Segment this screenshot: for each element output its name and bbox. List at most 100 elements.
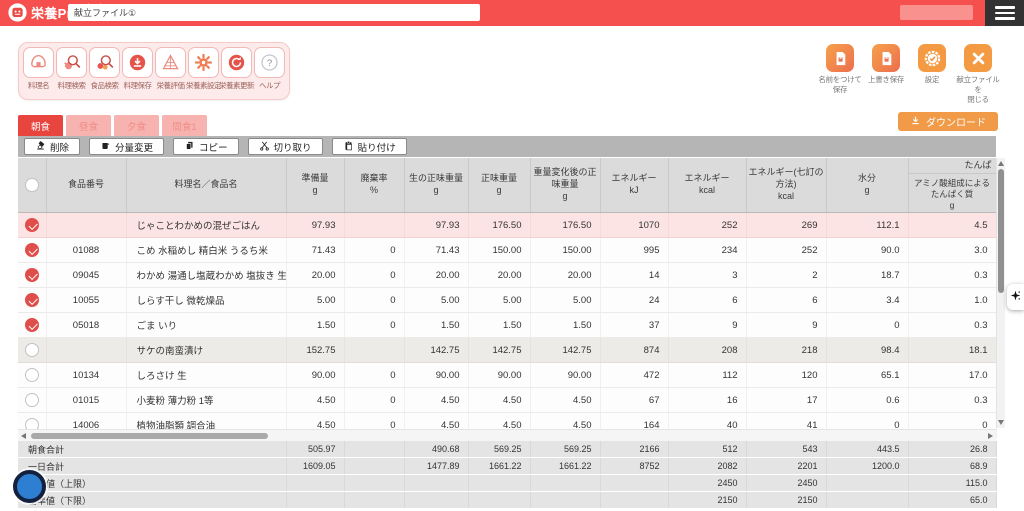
tab-breakfast[interactable]: 朝食 [18,115,63,136]
food-row[interactable]: 01088 こめ 水稲めし 精白米 うるち米 71.43 0 71.43 150.00 15… [18,237,997,263]
vertical-scrollbar-thumb[interactable] [998,169,1004,293]
copy-button[interactable]: コピー [173,138,239,155]
value-cell-waste-rate: 0 [344,262,405,288]
tab-dinner[interactable]: 夕食 [114,115,159,136]
dish-row[interactable]: じゃことわかめの混ぜごはん 97.93 97.93 176.50 176.50 1070 2… [18,212,997,238]
food-row[interactable]: 01015 小麦粉 薄力粉 1等 4.50 0 4.50 4.50 4.50 67 16 17 0.… [18,387,997,413]
row-checkbox[interactable] [24,318,39,332]
value-cell-energy-kj: 1070 [600,212,669,238]
copy-icon [184,140,195,154]
col-header-food-code[interactable]: 食品番号 [46,158,127,213]
col-header-raw-net-weight[interactable]: 生の正味重量 g [404,158,469,213]
col-header-energy-kj[interactable]: エネルギー kJ [600,158,669,213]
tool-dish-name[interactable]: 料理名 [22,47,55,91]
save-as-button[interactable]: 名前をつけて 保存 [818,44,862,105]
row-checkbox[interactable] [24,343,39,357]
col-header-net-weight-after-change[interactable]: 重量変化後の正味重量 g [530,158,601,213]
tool-nutrition-evaluation[interactable]: 栄養評価 [154,47,187,91]
value-cell-net-weight-after-change: 4.50 [530,387,601,413]
summary-value-raw-net-weight [404,474,469,492]
row-checkbox-cell [18,337,47,363]
col-header-protein-amino[interactable]: たんぱ アミノ酸組成によるたんぱく質 g [908,158,997,213]
row-checkbox[interactable] [24,243,39,257]
col-header-water[interactable]: 水分 g [826,158,909,213]
row-checkbox[interactable] [24,293,39,307]
food-row[interactable]: 10055 しらす干し 微乾燥品 5.00 0 5.00 5.00 5.00 24 6 6 3.4 1… [18,287,997,313]
side-panel-handle[interactable] [1007,284,1024,310]
close-file-button[interactable]: 献立ファイルを 閉じる [956,44,1000,105]
select-all-checkbox[interactable] [24,178,39,192]
delete-button[interactable]: 削除 [24,138,81,155]
value-cell-energy-kj: 67 [600,387,669,413]
col-header-energy-kcal[interactable]: エネルギー kcal [668,158,747,213]
menu-file-name-input[interactable] [68,4,480,21]
scroll-down-arrow-icon[interactable] [998,420,1004,425]
vertical-scrollbar[interactable] [996,158,1005,428]
save-as-icon [826,44,854,72]
summary-value-net-weight: 1661.22 [468,457,531,475]
settings-button[interactable]: 設定 [910,44,954,105]
food-row[interactable]: 05018 ごま いり 1.50 0 1.50 1.50 1.50 37 9 9 0 0.3 [18,312,997,338]
horizontal-scrollbar-thumb[interactable] [31,433,268,439]
help-icon: ? [254,47,285,78]
value-cell-energy-kcal: 112 [668,362,747,388]
value-cell-energy-kcal: 16 [668,387,747,413]
summary-label: 基準値（上限） [18,474,287,492]
tool-food-search[interactable]: 食品検索 [88,47,121,91]
paste-button[interactable]: 貼り付け [331,138,407,155]
row-checkbox[interactable] [24,368,39,382]
table-header-row: 食品番号 料理名／食品名 準備量 g 廃棄率% 生の正味重量 g 正味重量 g 重量変化後の正味重… [18,158,997,213]
tab-snack-1[interactable]: 間食1 [162,115,207,136]
user-chip[interactable] [900,5,973,20]
select-all-header-cell [18,158,47,213]
summary-value-protein-amino: 115.0 [908,474,997,492]
summary-value-energy-7th-kcal: 543 [746,441,827,458]
tool-nutrient-settings[interactable]: 栄養素設定 [186,47,222,91]
food-row[interactable]: 09045 わかめ 湯通し塩蔵わかめ 塩抜き 生 20.00 0 20.00 20.00 2… [18,262,997,288]
tool-nutrient-update[interactable]: 栄養素更新 [219,47,255,91]
summary-value-waste-rate [344,474,405,492]
copy-button-label: コピー [199,142,228,154]
row-checkbox[interactable] [24,393,39,407]
tab-lunch[interactable]: 昼食 [66,115,111,136]
top-bar: 栄養Pro Cloud [0,0,1024,26]
dish-row[interactable]: サケの南蛮漬け 152.75 142.75 142.75 142.75 874 208 218… [18,337,997,363]
value-cell-energy-kj: 14 [600,262,669,288]
amount-change-button[interactable]: 分量変更 [89,138,165,155]
sparkle-icon [1010,288,1021,306]
col-header-net-weight[interactable]: 正味重量 g [468,158,531,213]
row-checkbox[interactable] [24,268,39,282]
scroll-left-arrow-icon[interactable] [21,433,26,439]
scroll-right-arrow-icon[interactable] [988,433,993,439]
close-file-icon [964,44,992,72]
col-header-waste-rate[interactable]: 廃棄率% [344,158,405,213]
download-button[interactable]: ダウンロード [898,112,998,131]
row-checkbox[interactable] [24,218,39,232]
value-cell-net-weight-after-change: 5.00 [530,287,601,313]
value-cell-water: 3.4 [826,287,909,313]
row-checkbox-cell [18,262,47,288]
value-cell-energy-kcal: 208 [668,337,747,363]
summary-value-water: 443.5 [826,441,909,458]
food-row[interactable]: 10134 しろさけ 生 90.00 0 90.00 90.00 90.00 472 112 12… [18,362,997,388]
tool-dish-search[interactable]: 料理検索 [55,47,88,91]
overwrite-save-button[interactable]: 上書き保存 [864,44,908,105]
value-cell-energy-kj: 995 [600,237,669,263]
hamburger-menu-button[interactable] [985,0,1024,26]
col-header-dish-food-name[interactable]: 料理名／食品名 [126,158,287,213]
col-header-prep-amount[interactable]: 準備量 g [286,158,345,213]
summary-value-raw-net-weight: 1477.89 [404,457,469,475]
value-cell-water: 18.7 [826,262,909,288]
value-cell-energy-kj: 24 [600,287,669,313]
cut-button[interactable]: 切り取り [247,138,323,155]
value-cell-energy-kj: 472 [600,362,669,388]
value-cell-raw-net-weight: 71.43 [404,237,469,263]
scroll-up-arrow-icon[interactable] [998,161,1004,166]
summary-row: 基準値（下限） 2150 2150 65.0 [18,491,997,509]
col-header-energy-7th-kcal[interactable]: エネルギー(七訂の方法) kcal [746,158,827,213]
summary-value-energy-7th-kcal: 2150 [746,491,827,509]
food-name-cell: 小麦粉 薄力粉 1等 [126,387,287,413]
tool-help[interactable]: ? ヘルプ [253,47,286,91]
value-cell-waste-rate [344,337,405,363]
tool-dish-save[interactable]: 料理保存 [121,47,154,91]
